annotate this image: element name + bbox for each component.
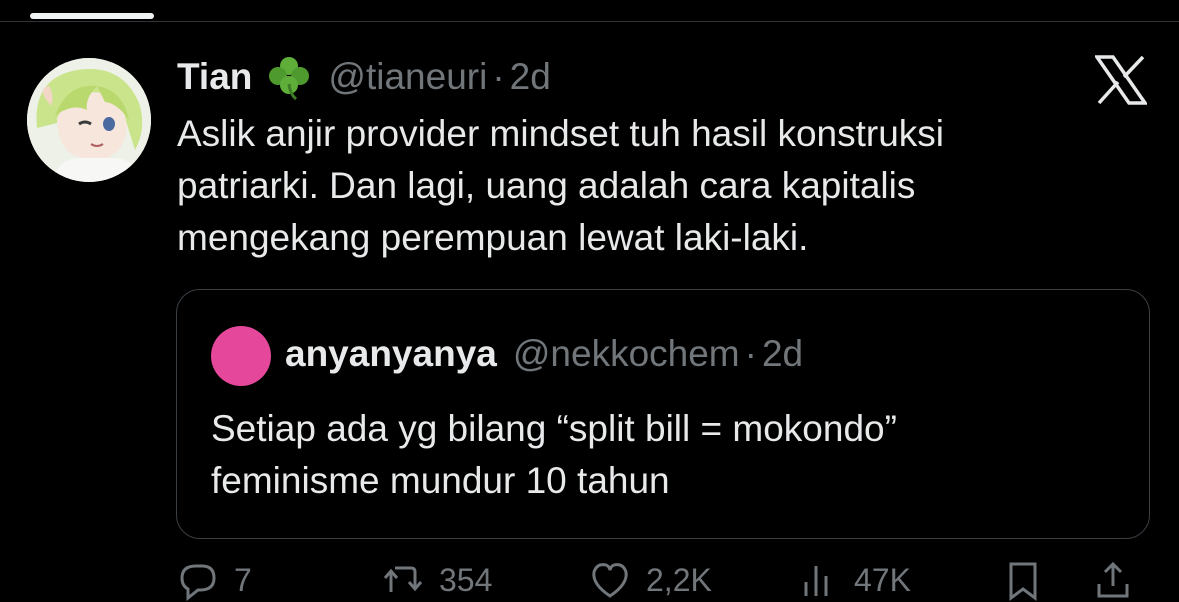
reply-icon (180, 564, 216, 602)
quote-display-name[interactable]: anyanyanya (285, 333, 497, 375)
avatar[interactable] (27, 58, 151, 182)
x-logo-icon (1093, 55, 1149, 105)
divider (0, 21, 1179, 22)
clover-icon (266, 54, 312, 101)
quoted-tweet[interactable]: anyanyanya @nekkochem · 2d Setiap ada yg… (176, 289, 1150, 539)
views-button[interactable]: 47K (796, 558, 911, 602)
quote-timestamp[interactable]: 2d (762, 333, 803, 375)
views-icon (804, 566, 828, 596)
tweet-header: Tian @tianeuri · 2d (177, 52, 551, 102)
heart-icon (592, 563, 628, 598)
tweet-text-line: Aslik anjir provider mindset tuh hasil k… (177, 113, 945, 154)
like-button[interactable]: 2,2K (588, 558, 712, 602)
share-button[interactable] (1091, 558, 1135, 602)
repost-icon (383, 566, 423, 592)
tweet-text-line: patriarki. Dan lagi, uang adalah cara ka… (177, 165, 916, 206)
reply-count: 7 (234, 561, 252, 598)
quote-text: Setiap ada yg bilang “split bill = mokon… (211, 403, 897, 507)
reply-button[interactable]: 7 (176, 558, 252, 602)
quote-text-line: Setiap ada yg bilang “split bill = mokon… (211, 408, 897, 449)
tweet-text-line: mengekang perempuan lewat laki-laki. (177, 217, 809, 258)
bookmark-button[interactable] (1001, 558, 1045, 602)
display-name[interactable]: Tian (177, 56, 252, 98)
repost-count: 354 (439, 561, 493, 598)
quote-text-line: feminisme mundur 10 tahun (211, 460, 670, 501)
quote-separator: · (744, 333, 757, 374)
bookmark-icon (1009, 562, 1037, 601)
views-count: 47K (854, 561, 911, 598)
timestamp[interactable]: 2d (510, 56, 551, 98)
action-bar: 7 354 2,2K 47K (176, 558, 1136, 602)
avatar-illustration (27, 58, 151, 182)
scroll-indicator (30, 13, 154, 19)
like-count: 2,2K (646, 561, 712, 598)
share-icon (1097, 561, 1129, 598)
quote-avatar[interactable] (211, 326, 271, 386)
quote-handle[interactable]: @nekkochem (513, 333, 740, 375)
tweet-text: Aslik anjir provider mindset tuh hasil k… (177, 108, 1137, 264)
repost-button[interactable]: 354 (381, 558, 492, 602)
separator: · (492, 56, 505, 97)
handle[interactable]: @tianeuri (328, 56, 487, 98)
quote-header: anyanyanya @nekkochem · 2d (285, 329, 803, 379)
